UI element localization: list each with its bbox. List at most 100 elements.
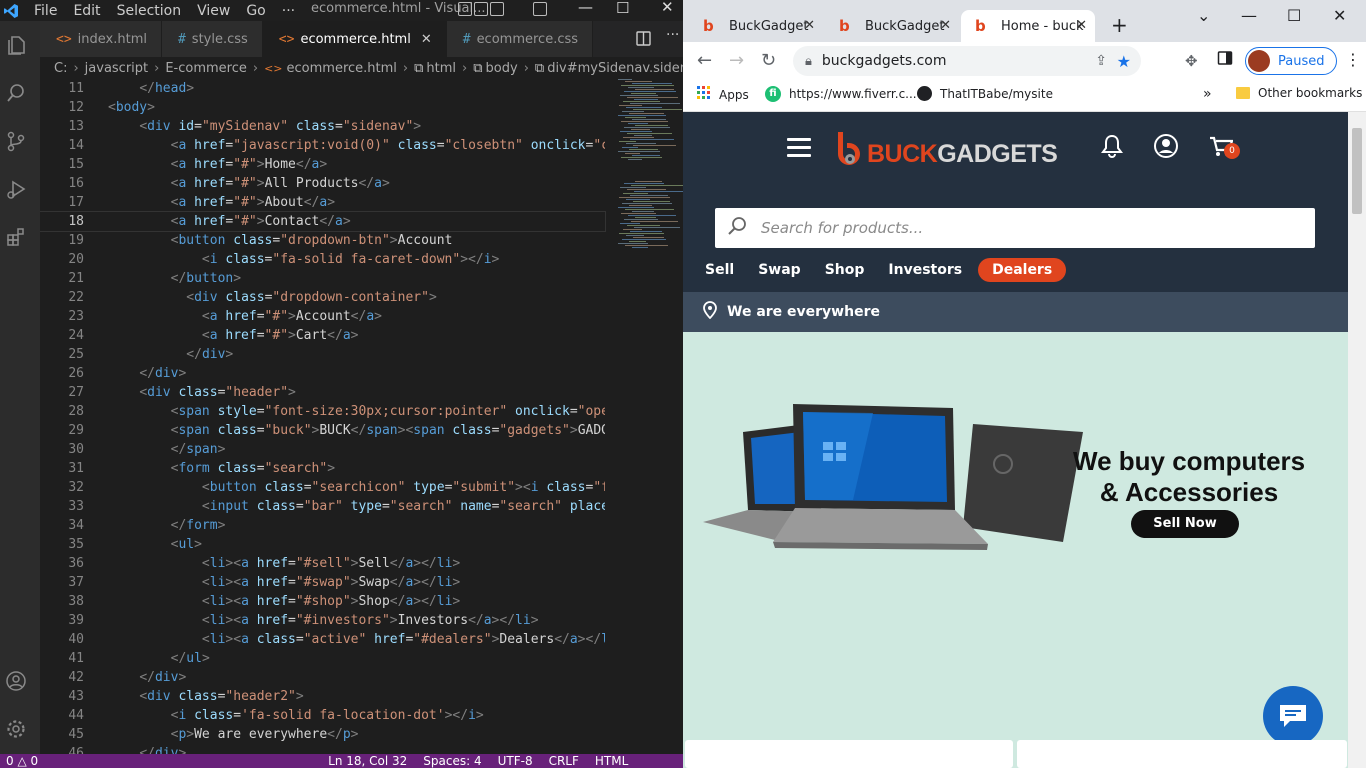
code-line[interactable]: 34 </form> bbox=[40, 516, 605, 535]
indentation[interactable]: Spaces: 4 bbox=[423, 754, 481, 768]
code-line[interactable]: 14 <a href="javascript:void(0)" class="c… bbox=[40, 136, 605, 155]
code-line[interactable]: 43 <div class="header2"> bbox=[40, 687, 605, 706]
code-line[interactable]: 19 <button class="dropdown-btn">Account bbox=[40, 231, 605, 250]
close-tab-icon[interactable]: ✕ bbox=[421, 32, 432, 47]
toggle-secondary-sidebar-icon[interactable] bbox=[490, 2, 504, 16]
code-line[interactable]: 22 <div class="dropdown-container"> bbox=[40, 288, 605, 307]
extensions-puzzle-icon[interactable]: ✥ bbox=[1185, 52, 1198, 70]
nav-shop[interactable]: Shop bbox=[825, 262, 865, 278]
problems-indicator[interactable]: 0 △ 0 bbox=[6, 754, 38, 768]
source-control-icon[interactable] bbox=[4, 129, 28, 153]
scrollbar-thumb[interactable] bbox=[1352, 128, 1362, 214]
code-line[interactable]: 13 <div id="mySidenav" class="sidenav"> bbox=[40, 117, 605, 136]
nav-swap[interactable]: Swap bbox=[758, 262, 801, 278]
chat-widget-icon[interactable] bbox=[1263, 686, 1323, 746]
run-debug-icon[interactable] bbox=[4, 177, 28, 201]
nav-sell[interactable]: Sell bbox=[705, 262, 734, 278]
code-line[interactable]: 25 </div> bbox=[40, 345, 605, 364]
encoding[interactable]: UTF-8 bbox=[498, 754, 533, 768]
back-arrow-icon[interactable]: ← bbox=[697, 50, 712, 71]
breadcrumb-item[interactable]: body bbox=[486, 61, 518, 76]
code-line[interactable]: 29 <span class="buck">BUCK</span><span c… bbox=[40, 421, 605, 440]
code-line[interactable]: 20 <i class="fa-solid fa-caret-down"></i… bbox=[40, 250, 605, 269]
breadcrumb-item[interactable]: ecommerce.html bbox=[287, 61, 397, 76]
tab-ecommerce-css[interactable]: # ecommerce.css bbox=[446, 21, 594, 57]
tab-search-chevron-icon[interactable]: ⌄ bbox=[1197, 6, 1210, 25]
bookmark-other[interactable]: Other bookmarks bbox=[1236, 86, 1362, 100]
cursor-position[interactable]: Ln 18, Col 32 bbox=[328, 754, 407, 768]
user-account-icon[interactable] bbox=[1153, 133, 1179, 165]
line-ending[interactable]: CRLF bbox=[549, 754, 579, 768]
minimap[interactable] bbox=[610, 79, 683, 679]
extensions-icon[interactable] bbox=[4, 225, 28, 249]
site-logo[interactable]: BUCK GADGETS bbox=[835, 130, 1058, 178]
code-line[interactable]: 39 <li><a href="#investors">Investors</a… bbox=[40, 611, 605, 630]
code-line[interactable]: 31 <form class="search"> bbox=[40, 459, 605, 478]
code-line[interactable]: 41 </ul> bbox=[40, 649, 605, 668]
product-search-input[interactable]: Search for products... bbox=[715, 208, 1315, 248]
language-mode[interactable]: HTML bbox=[595, 754, 628, 768]
code-line[interactable]: 12 <body> bbox=[40, 98, 605, 117]
menu-file[interactable]: File bbox=[34, 3, 57, 19]
code-line[interactable]: 36 <li><a href="#sell">Sell</a></li> bbox=[40, 554, 605, 573]
maximize-icon[interactable]: ☐ bbox=[616, 1, 629, 21]
chrome-tab-home[interactable]: b Home - buck ✕ bbox=[961, 10, 1095, 42]
breadcrumb-item[interactable]: html bbox=[426, 61, 456, 76]
code-line[interactable]: 21 </button> bbox=[40, 269, 605, 288]
toggle-panel-icon[interactable] bbox=[474, 2, 488, 16]
code-line[interactable]: 35 <ul> bbox=[40, 535, 605, 554]
customize-layout-icon[interactable] bbox=[533, 2, 547, 20]
breadcrumb-item[interactable]: javascript bbox=[85, 61, 148, 76]
more-actions-icon[interactable]: ··· bbox=[666, 27, 679, 43]
code-line[interactable]: 46 </div> bbox=[40, 744, 605, 754]
address-bar[interactable]: 🔒︎ buckgadgets.com ⇪ ★ bbox=[793, 46, 1141, 76]
chrome-tab-buckgadget-2[interactable]: b BuckGadget ✕ bbox=[825, 10, 959, 42]
page-scrollbar[interactable] bbox=[1348, 112, 1366, 768]
maximize-icon[interactable]: ☐ bbox=[1287, 6, 1301, 25]
nav-dealers[interactable]: Dealers bbox=[978, 258, 1067, 282]
code-line[interactable]: 40 <li><a class="active" href="#dealers"… bbox=[40, 630, 605, 649]
code-line[interactable]: 17 <a href="#">About</a> bbox=[40, 193, 605, 212]
code-line[interactable]: 18 <a href="#">Contact</a> bbox=[40, 211, 606, 232]
lock-icon[interactable]: 🔒︎ bbox=[805, 54, 812, 69]
breadcrumb-item[interactable]: div#mySidenav.sidenav bbox=[547, 61, 683, 76]
nav-investors[interactable]: Investors bbox=[888, 262, 962, 278]
code-line[interactable]: 16 <a href="#">All Products</a> bbox=[40, 174, 605, 193]
bookmark-fiverr[interactable]: fi https://www.fiverr.c... bbox=[765, 86, 917, 102]
code-line[interactable]: 44 <i class='fa-solid fa-location-dot'><… bbox=[40, 706, 605, 725]
code-line[interactable]: 30 </span> bbox=[40, 440, 605, 459]
explorer-icon[interactable] bbox=[4, 33, 28, 57]
split-editor-icon[interactable] bbox=[636, 31, 651, 50]
bookmarks-overflow-chevron-icon[interactable]: » bbox=[1203, 86, 1212, 102]
close-tab-icon[interactable]: ✕ bbox=[1076, 18, 1087, 33]
code-line[interactable]: 23 <a href="#">Account</a> bbox=[40, 307, 605, 326]
close-window-icon[interactable]: ✕ bbox=[1333, 6, 1346, 25]
forward-arrow-icon[interactable]: → bbox=[729, 50, 744, 71]
product-card[interactable] bbox=[685, 740, 1013, 768]
menu-edit[interactable]: Edit bbox=[73, 3, 100, 19]
product-card[interactable] bbox=[1017, 740, 1347, 768]
close-window-icon[interactable]: ✕ bbox=[661, 0, 674, 20]
chrome-tab-buckgadget-1[interactable]: b BuckGadget ✕ bbox=[689, 10, 823, 42]
code-editor[interactable]: 46 </div> 45 <p>We are everywhere</p> 44 <… bbox=[40, 79, 683, 754]
notification-bell-icon[interactable] bbox=[1101, 134, 1123, 164]
code-line[interactable]: 15 <a href="#">Home</a> bbox=[40, 155, 605, 174]
side-panel-icon[interactable] bbox=[1217, 50, 1233, 70]
bookmark-github[interactable]: ThatITBabe/mysite bbox=[917, 86, 1053, 101]
bookmark-star-icon[interactable]: ★ bbox=[1117, 52, 1131, 71]
menu-view[interactable]: View bbox=[197, 3, 230, 19]
minimize-icon[interactable]: — bbox=[1241, 6, 1257, 25]
code-line[interactable]: 37 <li><a href="#swap">Swap</a></li> bbox=[40, 573, 605, 592]
code-line[interactable]: 42 </div> bbox=[40, 668, 605, 687]
close-tab-icon[interactable]: ✕ bbox=[804, 18, 815, 33]
code-line[interactable]: 33 <input class="bar" type="search" name… bbox=[40, 497, 605, 516]
menu-selection[interactable]: Selection bbox=[117, 3, 182, 19]
close-tab-icon[interactable]: ✕ bbox=[940, 18, 951, 33]
bookmark-apps[interactable]: Apps bbox=[697, 86, 749, 104]
menu-go[interactable]: Go bbox=[246, 3, 265, 19]
breadcrumb-item[interactable]: E-commerce bbox=[165, 61, 247, 76]
settings-gear-icon[interactable] bbox=[4, 717, 28, 741]
code-line[interactable]: 28 <span style="font-size:30px;cursor:po… bbox=[40, 402, 605, 421]
sell-now-button[interactable]: Sell Now bbox=[1131, 510, 1239, 538]
chrome-menu-icon[interactable]: ⋮ bbox=[1345, 50, 1361, 69]
